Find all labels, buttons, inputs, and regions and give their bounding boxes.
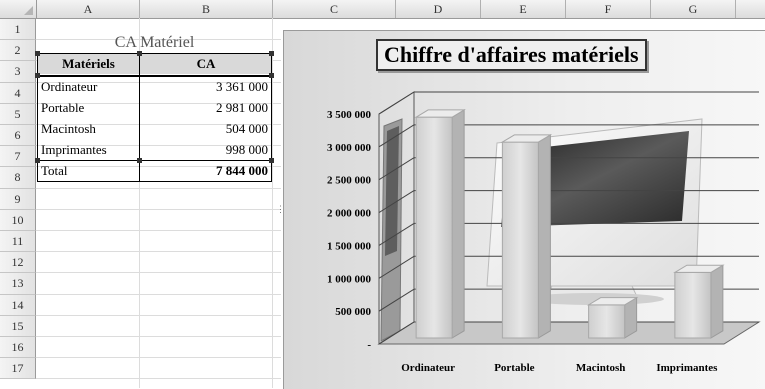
grid-line [36,187,281,189]
cell-ca[interactable]: 504 000 [140,119,272,139]
header-ca[interactable]: CA [140,54,272,74]
row-header[interactable]: 8 [0,167,36,189]
y-tick-label: 1 000 000 [327,273,372,285]
bar [674,271,712,339]
column-header-g[interactable]: G [651,0,736,18]
y-tick-label: 2 500 000 [327,175,372,187]
grid-line [36,230,281,231]
bar [588,304,626,339]
grid-line [36,293,281,295]
chart-svg: - 500 000 1 000 000 1 500 000 2 000 000 2 500… [327,91,761,374]
column-header-a[interactable]: A [37,0,140,18]
table-border [37,160,272,161]
row-header[interactable]: 2 [0,40,36,62]
bar-side [710,264,724,339]
cell-ca[interactable]: 3 361 000 [140,77,272,97]
column-header-c[interactable]: C [273,0,396,18]
header-materiels[interactable]: Matériels [37,54,140,74]
cell-ca[interactable]: 998 000 [140,140,272,160]
row-header[interactable]: 11 [0,231,36,253]
grid-line [36,357,281,359]
gridline [378,91,415,115]
row-header[interactable]: 15 [0,315,36,337]
row-header[interactable]: 17 [0,358,36,380]
table-title[interactable]: CA Matériel [37,33,272,53]
grid-line [36,378,281,380]
range-handle[interactable] [35,51,40,56]
y-tick-label: 1 500 000 [327,240,372,252]
row-header[interactable]: 16 [0,337,36,359]
chart-area[interactable]: - 500 000 1 000 000 1 500 000 2 000 000 2 500… [283,30,765,389]
row-header[interactable]: 1 [0,19,36,41]
column-header-e[interactable]: E [481,0,566,18]
y-tick-label: 3 500 000 [327,109,372,121]
range-handle[interactable] [137,158,142,163]
range-handle[interactable] [269,158,274,163]
column-header-b[interactable]: B [140,0,273,18]
range-handle[interactable] [269,51,274,56]
row-header[interactable]: 6 [0,125,36,147]
cell-materiel[interactable]: Macintosh [37,119,140,139]
grid-line [36,251,281,253]
x-tick-label: Ordinateur [401,362,455,374]
row-header[interactable]: 4 [0,82,36,104]
row-header[interactable]: 9 [0,188,36,210]
row-header[interactable]: 14 [0,294,36,316]
cell-materiel[interactable]: Portable [37,98,140,118]
row-header[interactable]: 13 [0,273,36,295]
table-border [37,53,272,54]
bar [501,141,539,339]
range-handle[interactable] [137,51,142,56]
cell-total-value[interactable]: 7 844 000 [140,161,272,181]
grid-line [36,272,281,274]
row-header[interactable]: 3 [0,61,36,83]
row-header[interactable]: 12 [0,252,36,274]
cell-ca[interactable]: 2 981 000 [140,98,272,118]
bar-side [451,109,465,339]
bar [415,116,453,339]
row-header[interactable]: 10 [0,209,36,231]
row-header[interactable]: 7 [0,146,36,168]
x-tick-label: Macintosh [576,362,626,374]
grid-line [36,208,281,210]
column-header-d[interactable]: D [396,0,481,18]
range-handle[interactable] [35,73,40,78]
grid-line [36,314,281,316]
cell-materiel[interactable]: Imprimantes [37,140,140,160]
cell-materiel[interactable]: Ordinateur [37,77,140,97]
cell-total-label[interactable]: Total [37,161,140,181]
x-tick-label: Imprimantes [656,362,718,374]
table-border [37,181,272,182]
table-border [37,75,272,77]
row-header[interactable]: 5 [0,103,36,125]
y-tick-label: 2 000 000 [327,208,372,220]
select-all-corner[interactable] [0,0,37,18]
column-header-f[interactable]: F [566,0,651,18]
grid-line [36,336,281,337]
range-handle[interactable] [35,158,40,163]
x-tick-label: Portable [494,362,534,374]
y-tick-label: - [367,339,371,351]
bar-side [537,134,551,339]
range-handle[interactable] [269,73,274,78]
y-tick-label: 3 000 000 [327,142,372,154]
chart-title[interactable]: Chiffre d'affaires matériels [376,39,647,71]
y-tick-label: 500 000 [335,306,371,318]
chart-resize-handle[interactable]: ⋮ [276,205,285,219]
